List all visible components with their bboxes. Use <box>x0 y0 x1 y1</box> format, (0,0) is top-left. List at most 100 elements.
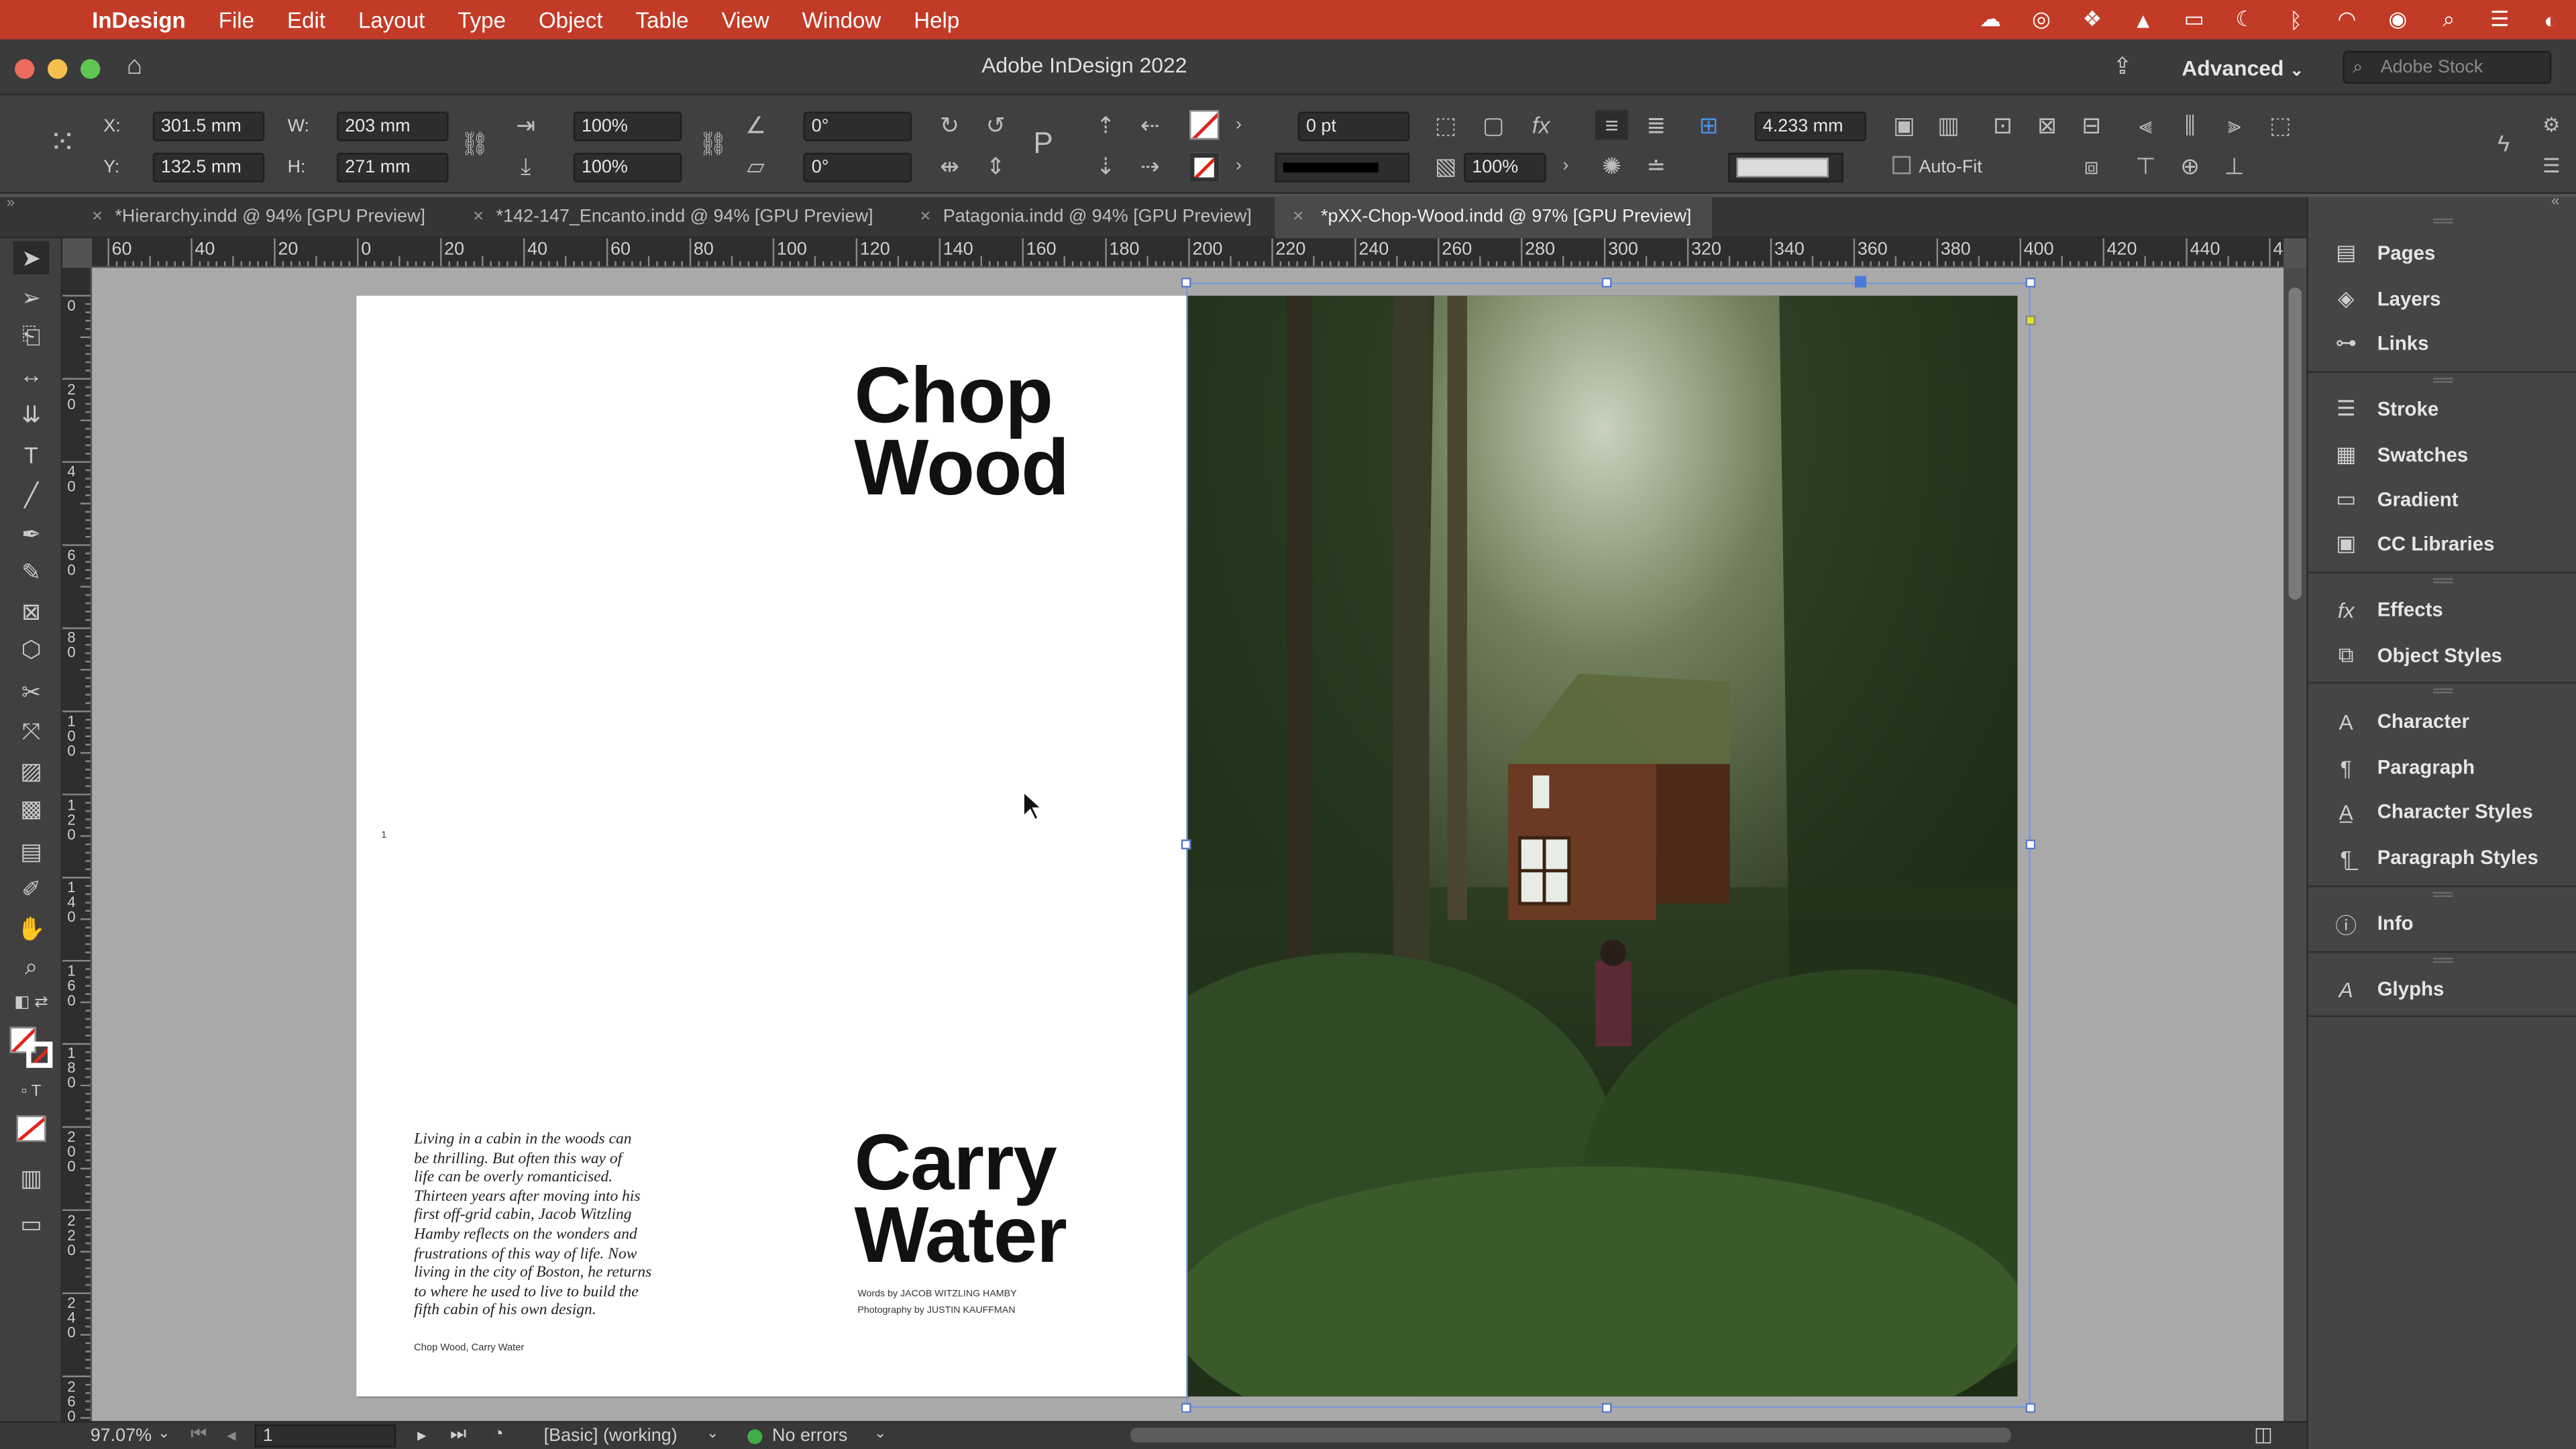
selection-handle[interactable] <box>1601 277 1612 288</box>
view-mode-icon[interactable]: ▭ <box>13 1208 50 1240</box>
zoom-tool-icon[interactable]: ⌕ <box>13 950 50 983</box>
menu-view[interactable]: View <box>705 7 786 32</box>
menu-file[interactable]: File <box>202 7 270 32</box>
scale-x-field[interactable]: 100% <box>573 111 682 142</box>
rotation-field[interactable]: 0° <box>803 111 912 142</box>
collapse-panels-icon[interactable]: « <box>2551 193 2559 209</box>
zoom-dropdown-icon[interactable]: ⌄ <box>158 1424 170 1442</box>
selection-handle[interactable] <box>2025 839 2036 850</box>
drop-shadow-icon[interactable]: ▢ <box>1477 110 1510 140</box>
frame-settings-icon[interactable]: ✺ <box>1595 151 1628 180</box>
pasteboard[interactable]: Chop Wood 1 Living in a cabin in the woo… <box>92 268 2516 1421</box>
rotate-cw-icon[interactable]: ↻ <box>933 110 966 140</box>
menu-table[interactable]: Table <box>619 7 705 32</box>
headline-top[interactable]: Chop Wood <box>854 358 1069 508</box>
siri-icon[interactable]: ◐ <box>2525 7 2576 32</box>
panel-swatches[interactable]: ▦ Swatches <box>2331 437 2468 473</box>
stroke-type-dropdown[interactable] <box>1275 152 1410 182</box>
fx-icon[interactable]: fx <box>1525 110 1558 140</box>
fit-proportional-icon[interactable]: ⊟ <box>2075 110 2108 140</box>
style-status[interactable]: [Basic] (working) <box>544 1426 678 1446</box>
live-corner-handle[interactable] <box>2025 315 2036 325</box>
pen-tool-icon[interactable]: ✒ <box>13 517 50 550</box>
selection-frame[interactable] <box>1186 282 2031 1408</box>
stroke-box[interactable] <box>26 1041 53 1068</box>
close-tab-icon[interactable]: × <box>92 197 103 238</box>
select-container-icon[interactable]: ⇡ <box>1089 110 1122 140</box>
constrain-proportions-icon[interactable]: ⛓ <box>458 128 491 158</box>
baseline-icon[interactable]: ≐ <box>1640 151 1672 180</box>
last-page-icon[interactable]: ⏭ <box>450 1424 466 1446</box>
adobe-icon[interactable]: ▲ <box>2118 7 2169 32</box>
selection-handle[interactable] <box>1181 839 1191 850</box>
gradient-feather-tool-icon[interactable]: ▩ <box>13 792 50 824</box>
note-tool-icon[interactable]: ▤ <box>13 835 50 867</box>
apply-none-icon[interactable] <box>16 1115 46 1142</box>
lightning-icon[interactable]: ϟ <box>2487 128 2520 158</box>
selection-tool-icon[interactable]: ➤ <box>13 241 50 274</box>
search-icon[interactable]: ⌕ <box>2423 7 2474 33</box>
default-colors-icon[interactable]: ◧ ⇄ <box>13 987 50 1020</box>
opacity-menu-icon[interactable]: › <box>1549 151 1582 180</box>
reference-point-icon[interactable]: ⁙ <box>46 127 79 160</box>
height-field[interactable]: 271 mm <box>337 152 449 182</box>
moon-icon[interactable]: ☾ <box>2220 7 2271 33</box>
align-vcenter-icon[interactable]: ⊕ <box>2174 151 2206 180</box>
shear-field[interactable]: 0° <box>803 152 912 182</box>
tab-chop-wood[interactable]: × *pXX-Chop-Wood.indd @ 97% [GPU Preview] <box>1275 197 1712 239</box>
panel-glyphs[interactable]: A Glyphs <box>2331 971 2445 1007</box>
align-center-text-icon[interactable]: ≣ <box>1640 110 1672 140</box>
menu-window[interactable]: Window <box>786 7 898 32</box>
bluetooth-icon[interactable]: ᛒ <box>2271 7 2322 32</box>
menu-layout[interactable]: Layout <box>342 7 441 32</box>
panel-character[interactable]: A Character <box>2331 703 2469 739</box>
credits[interactable]: Words by JACOB WITZLING HAMBY Photograph… <box>857 1288 1016 1320</box>
battery-icon[interactable]: ▭ <box>2169 7 2220 33</box>
creative-cloud-icon[interactable]: ☁ <box>1965 7 2016 33</box>
user-icon[interactable]: ◉ <box>2372 7 2423 33</box>
pencil-tool-icon[interactable]: ✎ <box>13 555 50 588</box>
auto-fit-checkbox[interactable] <box>1892 156 1911 174</box>
screen-mode-icon[interactable]: ▥ <box>13 1161 50 1194</box>
y-position-field[interactable]: 132.5 mm <box>152 152 265 182</box>
rectangle-frame-tool-icon[interactable]: ⊠ <box>13 595 50 628</box>
stroke-swatch[interactable] <box>1189 152 1220 182</box>
stroke-menu-icon[interactable]: › <box>1222 151 1255 180</box>
panel-character-styles[interactable]: A̲ Character Styles <box>2331 794 2533 830</box>
formatting-affects-icon[interactable]: ▫ T <box>13 1076 50 1109</box>
fit-frame-content-icon[interactable]: ▥ <box>1932 110 1965 140</box>
cc-sync-icon[interactable]: ◎ <box>2016 7 2067 33</box>
select-next-icon[interactable]: ⇢ <box>1134 151 1167 180</box>
panel-cc-libraries[interactable]: ▣ CC Libraries <box>2331 526 2494 562</box>
scale-y-field[interactable]: 100% <box>573 152 682 182</box>
preflight-status[interactable]: No errors <box>772 1426 847 1446</box>
open-document-icon[interactable]: ◔ <box>493 1424 504 1444</box>
horizontal-scrollbar[interactable] <box>1130 1428 2011 1443</box>
close-tab-icon[interactable]: × <box>473 197 484 238</box>
control-center-icon[interactable]: ☰ <box>2474 7 2525 33</box>
intro-text[interactable]: Living in a cabin in the woods can be th… <box>414 1130 677 1321</box>
type-tool-icon[interactable]: T <box>13 439 50 472</box>
text-wrap-icon[interactable]: ⬚ <box>1430 110 1462 140</box>
panel-info[interactable]: ⓘ Info <box>2331 905 2413 941</box>
workspace-switcher[interactable]: Advanced ⌄ <box>2182 56 2304 80</box>
preflight-dropdown-icon[interactable]: ⌄ <box>874 1424 886 1442</box>
adobe-stock-search[interactable]: ⌕ Adobe Stock <box>2343 50 2552 84</box>
panel-links[interactable]: ⊶ Links <box>2331 325 2428 362</box>
panel-stroke[interactable]: ☰ Stroke <box>2331 391 2438 427</box>
opacity-field[interactable]: 100% <box>1464 152 1546 182</box>
select-frame-icon[interactable]: ⬚ <box>2264 110 2297 140</box>
fill-swatch[interactable] <box>1189 110 1220 140</box>
dropbox-icon[interactable]: ❖ <box>2067 7 2118 33</box>
next-page-icon[interactable]: ▸ <box>417 1424 427 1446</box>
scissors-tool-icon[interactable]: ✂ <box>13 676 50 708</box>
select-content-icon[interactable]: ⇣ <box>1089 151 1122 180</box>
stroke-weight-field[interactable]: 0 pt <box>1297 111 1410 142</box>
headline-bottom[interactable]: Carry Water <box>854 1124 1067 1275</box>
wifi-icon[interactable]: ◠ <box>2321 7 2372 33</box>
selection-handle[interactable] <box>1601 1403 1612 1413</box>
page-number-field[interactable]: 1 <box>254 1424 396 1448</box>
menu-type[interactable]: Type <box>441 7 523 32</box>
panel-pages[interactable]: ▤ Pages <box>2331 235 2435 271</box>
align-left-icon[interactable]: ⫷ <box>2129 110 2162 140</box>
